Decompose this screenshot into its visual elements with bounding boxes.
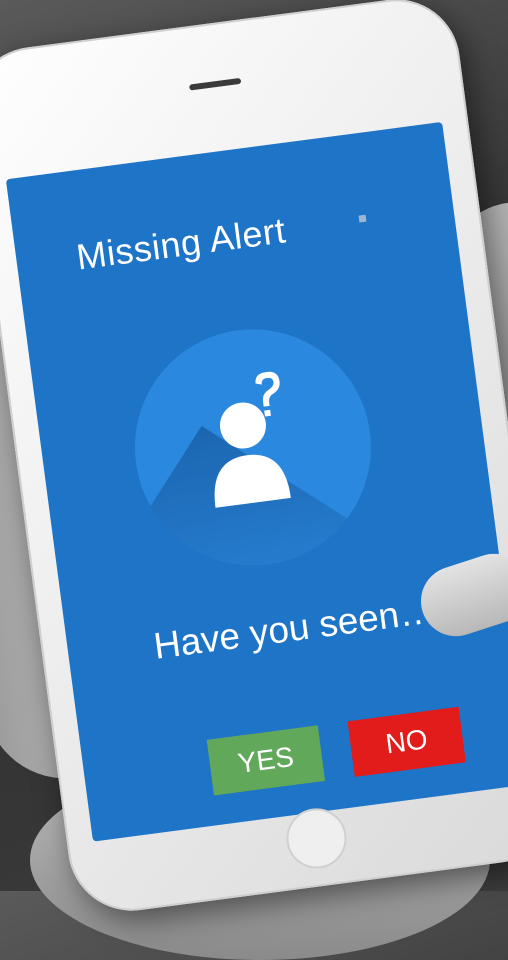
yes-button[interactable]: YES [206, 725, 326, 796]
no-button[interactable]: NO [347, 706, 466, 777]
earpiece-speaker [189, 77, 242, 91]
missing-person-question-icon [214, 371, 291, 508]
alert-title: Missing Alert [73, 209, 289, 278]
status-indicator [358, 214, 367, 223]
prompt-text: Have you seen… [151, 589, 439, 667]
missing-person-avatar [120, 314, 386, 580]
phone: Missing Alert Have you seen… YES NO [0, 0, 508, 919]
phone-screen: Missing Alert Have you seen… YES NO [5, 121, 508, 842]
